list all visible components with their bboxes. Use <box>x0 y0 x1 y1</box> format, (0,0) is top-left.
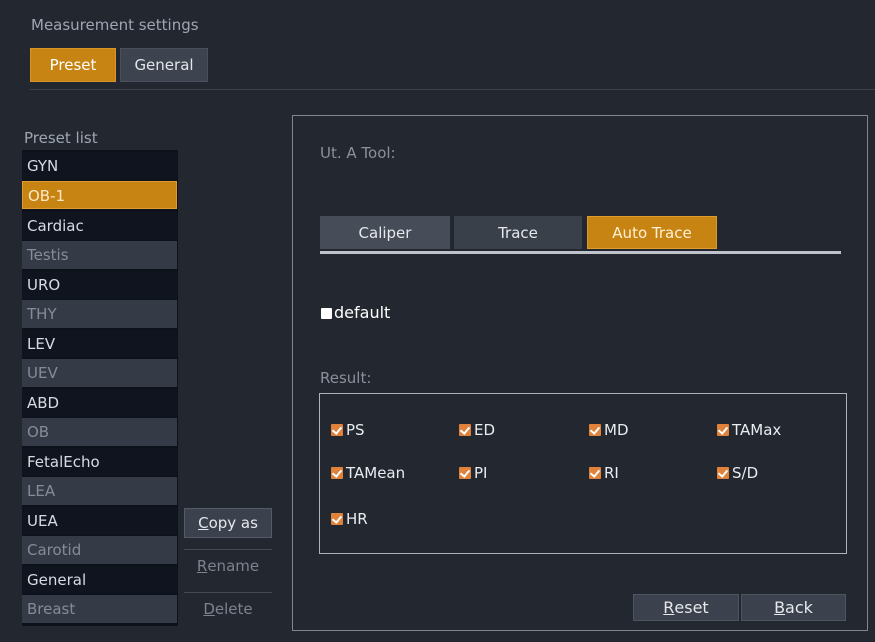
result-hr-label: HR <box>346 510 368 528</box>
result-pi-checkbox[interactable]: PI <box>459 464 487 482</box>
copy-as-button[interactable]: Copy as <box>184 508 272 538</box>
checkbox-checked-icon <box>459 467 471 479</box>
delete-label: elete <box>214 600 253 618</box>
rename-button[interactable]: Rename <box>184 549 272 582</box>
result-ps-label: PS <box>346 421 365 439</box>
reset-button[interactable]: Reset <box>633 594 739 621</box>
checkbox-checked-icon <box>331 424 343 436</box>
checkbox-checked-icon <box>717 467 729 479</box>
preset-item-ob[interactable]: OB <box>22 418 177 446</box>
checkbox-checked-icon <box>331 467 343 479</box>
preset-item-ob-1[interactable]: OB-1 <box>22 181 177 209</box>
preset-item-lev[interactable]: LEV <box>22 330 177 358</box>
copy-as-mnemonic: C <box>198 514 209 532</box>
checkbox-checked-icon <box>589 424 601 436</box>
back-label: ack <box>785 598 813 617</box>
result-ed-checkbox[interactable]: ED <box>459 421 495 439</box>
result-md-checkbox[interactable]: MD <box>589 421 629 439</box>
preset-item-fetalecho[interactable]: FetalEcho <box>22 448 177 476</box>
result-hr-checkbox[interactable]: HR <box>331 510 368 528</box>
copy-as-label: opy as <box>208 514 258 532</box>
preset-item-uea[interactable]: UEA <box>22 507 177 535</box>
default-checkbox[interactable]: default <box>321 303 390 322</box>
tool-tab-underline <box>320 251 841 254</box>
preset-item-uro[interactable]: URO <box>22 271 177 299</box>
checkbox-checked-icon <box>717 424 729 436</box>
delete-button[interactable]: Delete <box>184 592 272 625</box>
tool-label: Ut. A Tool: <box>320 144 396 162</box>
result-md-label: MD <box>604 421 629 439</box>
checkbox-checked-icon <box>589 467 601 479</box>
preset-item-thy[interactable]: THY <box>22 300 177 328</box>
checkbox-unchecked-icon <box>321 307 332 319</box>
default-label: default <box>334 303 391 322</box>
preset-item-cardiac[interactable]: Cardiac <box>22 212 177 240</box>
preset-list[interactable]: GYN OB-1 Cardiac Testis URO THY LEV UEV … <box>22 150 178 626</box>
result-label: Result: <box>320 369 372 387</box>
delete-mnemonic: D <box>203 600 215 618</box>
result-tamax-checkbox[interactable]: TAMax <box>717 421 781 439</box>
preset-item-breast[interactable]: Breast <box>22 595 177 623</box>
result-tamax-label: TAMax <box>732 421 782 439</box>
result-ed-label: ED <box>474 421 496 439</box>
result-ps-checkbox[interactable]: PS <box>331 421 365 439</box>
preset-item-carotid[interactable]: Carotid <box>22 536 177 564</box>
preset-item-gyn[interactable]: GYN <box>22 152 177 180</box>
checkbox-checked-icon <box>459 424 471 436</box>
header-divider <box>30 89 875 90</box>
preset-item-testis[interactable]: Testis <box>22 241 177 269</box>
tool-tab-trace[interactable]: Trace <box>454 216 582 249</box>
result-sd-checkbox[interactable]: S/D <box>717 464 758 482</box>
result-pi-label: PI <box>474 464 488 482</box>
tool-tab-caliper[interactable]: Caliper <box>320 216 450 249</box>
tab-general[interactable]: General <box>120 48 208 82</box>
reset-mnemonic: R <box>663 598 675 617</box>
checkbox-checked-icon <box>331 513 343 525</box>
reset-label: eset <box>674 598 709 617</box>
window-title: Measurement settings <box>31 16 199 34</box>
tool-tab-auto-trace[interactable]: Auto Trace <box>587 216 717 249</box>
result-ri-checkbox[interactable]: RI <box>589 464 619 482</box>
result-tamean-label: TAMean <box>346 464 406 482</box>
rename-mnemonic: R <box>196 557 208 575</box>
back-mnemonic: B <box>774 598 786 617</box>
result-tamean-checkbox[interactable]: TAMean <box>331 464 405 482</box>
result-ri-label: RI <box>604 464 619 482</box>
tab-preset[interactable]: Preset <box>30 48 116 82</box>
preset-list-label: Preset list <box>24 129 98 147</box>
preset-item-lea[interactable]: LEA <box>22 477 177 505</box>
preset-item-abd[interactable]: ABD <box>22 389 177 417</box>
back-button[interactable]: Back <box>741 594 846 621</box>
rename-label: ename <box>207 557 260 575</box>
preset-item-uev[interactable]: UEV <box>22 359 177 387</box>
result-sd-label: S/D <box>732 464 759 482</box>
result-box: PS ED MD TAMax TAMean PI RI S/D HR <box>319 393 847 554</box>
preset-item-general[interactable]: General <box>22 566 177 594</box>
